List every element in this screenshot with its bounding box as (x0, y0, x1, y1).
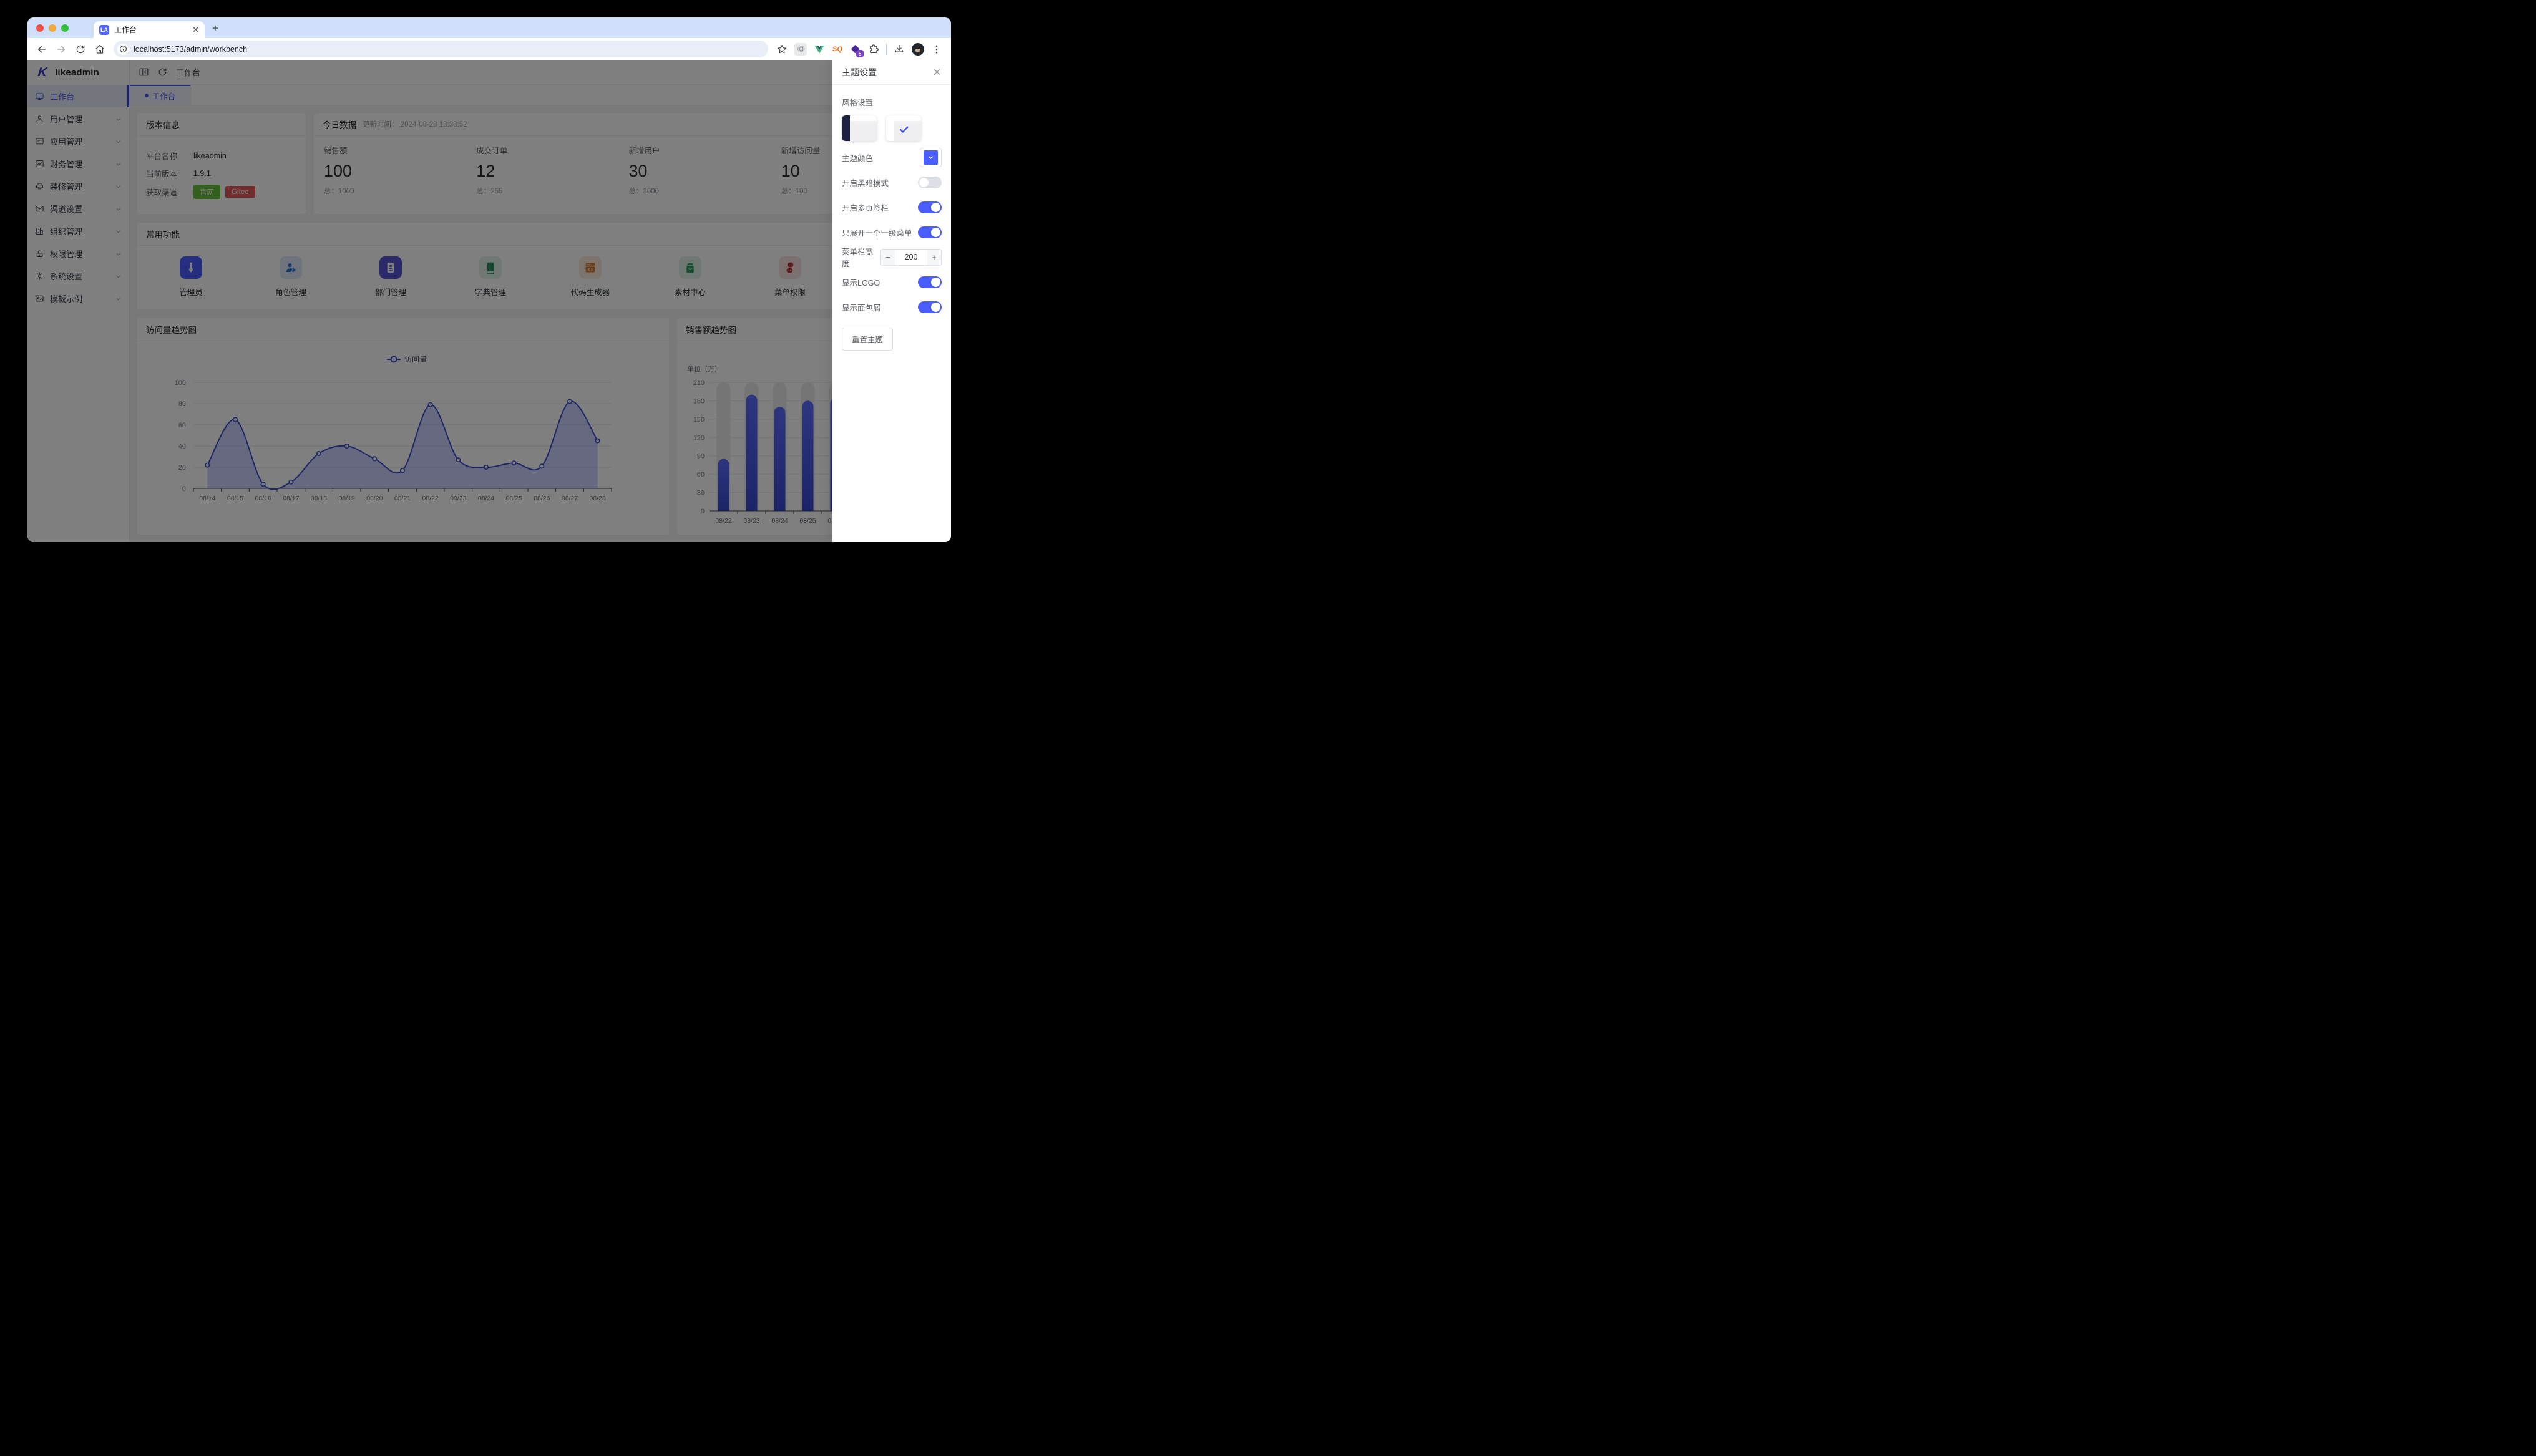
increase-width-button[interactable]: + (927, 249, 941, 265)
toolbar-separator (886, 43, 887, 55)
toggle-开启多页签栏[interactable] (918, 201, 942, 213)
drawer-row-显示LOGO: 显示LOGO (842, 269, 942, 294)
style-option-light-sidebar[interactable] (886, 115, 921, 141)
browser-window: LA 工作台 ✕ localhost:5173/admin/workbench … (27, 17, 951, 542)
drawer-row-label: 显示LOGO (842, 278, 880, 288)
theme-color-picker[interactable] (920, 147, 942, 167)
drawer-row-label: 只展开一个一级菜单 (842, 228, 912, 238)
back-icon[interactable] (36, 44, 47, 55)
forward-icon[interactable] (56, 44, 67, 55)
toggle-开启黑暗模式[interactable] (918, 176, 942, 188)
sq-extension-icon[interactable]: SQ (832, 44, 843, 55)
home-icon[interactable] (94, 44, 105, 55)
bookmark-star-icon[interactable] (776, 44, 788, 55)
browser-tab[interactable]: LA 工作台 ✕ (94, 21, 205, 38)
extension-badge: 5 (856, 49, 864, 57)
fullscreen-window-button[interactable] (61, 24, 69, 32)
react-devtools-icon[interactable] (794, 42, 807, 56)
address-bar[interactable]: localhost:5173/admin/workbench (114, 41, 768, 57)
style-option-dark-sidebar[interactable] (842, 115, 877, 141)
toggle-只展开一个一级菜单[interactable] (918, 226, 942, 238)
tab-close-icon[interactable]: ✕ (192, 25, 199, 35)
drawer-title: 主题设置 (842, 67, 877, 77)
menu-width-stepper: −200 + (880, 248, 942, 266)
browser-toolbar: localhost:5173/admin/workbench SQ 5 (27, 38, 951, 60)
page-viewport: K likeadmin 工作台用户管理应用管理财务管理装修管理渠道设置组织管理权… (27, 60, 951, 542)
style-options (842, 115, 942, 141)
downloads-icon[interactable] (894, 44, 905, 55)
toggle-显示LOGO[interactable] (918, 276, 942, 288)
drawer-row-label: 显示面包屑 (842, 303, 881, 313)
profile-avatar[interactable] (912, 42, 924, 56)
drawer-row-label: 菜单栏宽度 (842, 248, 874, 268)
drawer-row-显示面包屑: 显示面包屑 (842, 294, 942, 319)
drawer-row-开启多页签栏: 开启多页签栏 (842, 195, 942, 220)
drawer-backdrop[interactable] (27, 60, 951, 542)
drawer-close-icon[interactable] (932, 67, 942, 77)
toggle-显示面包屑[interactable] (918, 301, 942, 313)
tab-title: 工作台 (114, 26, 137, 34)
url-text: localhost:5173/admin/workbench (134, 44, 248, 54)
drawer-row-菜单栏宽度: 菜单栏宽度 −200 + (842, 245, 942, 269)
drawer-row-label: 开启黑暗模式 (842, 178, 889, 188)
close-window-button[interactable] (36, 24, 44, 32)
site-info-icon[interactable] (117, 43, 129, 55)
extension-with-badge-icon[interactable]: 5 (850, 44, 864, 57)
window-controls (36, 24, 69, 32)
drawer-row-只展开一个一级菜单: 只展开一个一级菜单 (842, 220, 942, 245)
browser-menu-icon[interactable] (931, 44, 942, 55)
drawer-row-label: 开启多页签栏 (842, 203, 889, 213)
reload-icon[interactable] (75, 44, 86, 55)
toolbar-right: SQ 5 (776, 42, 942, 57)
style-settings-label: 风格设置 (842, 99, 874, 107)
extensions-puzzle-icon[interactable] (868, 44, 879, 55)
theme-settings-drawer: 主题设置 风格设置 主题颜色开启黑暗模式 开启多页签栏只展开一个一级菜单菜单栏宽度… (832, 60, 951, 542)
menu-width-value[interactable]: 200 (895, 249, 927, 265)
vue-devtools-icon[interactable] (814, 44, 825, 55)
browser-tabstrip: LA 工作台 ✕ (27, 17, 951, 38)
new-tab-button[interactable] (211, 24, 220, 32)
drawer-row-开启黑暗模式: 开启黑暗模式 (842, 170, 942, 195)
selected-check-icon (899, 124, 910, 135)
minimize-window-button[interactable] (49, 24, 56, 32)
tab-favicon: LA (99, 24, 109, 35)
drawer-row-label: 主题颜色 (842, 153, 874, 163)
decrease-width-button[interactable]: − (881, 249, 895, 265)
reset-theme-button[interactable]: 重置主题 (842, 328, 894, 351)
drawer-row-主题颜色: 主题颜色 (842, 145, 942, 170)
